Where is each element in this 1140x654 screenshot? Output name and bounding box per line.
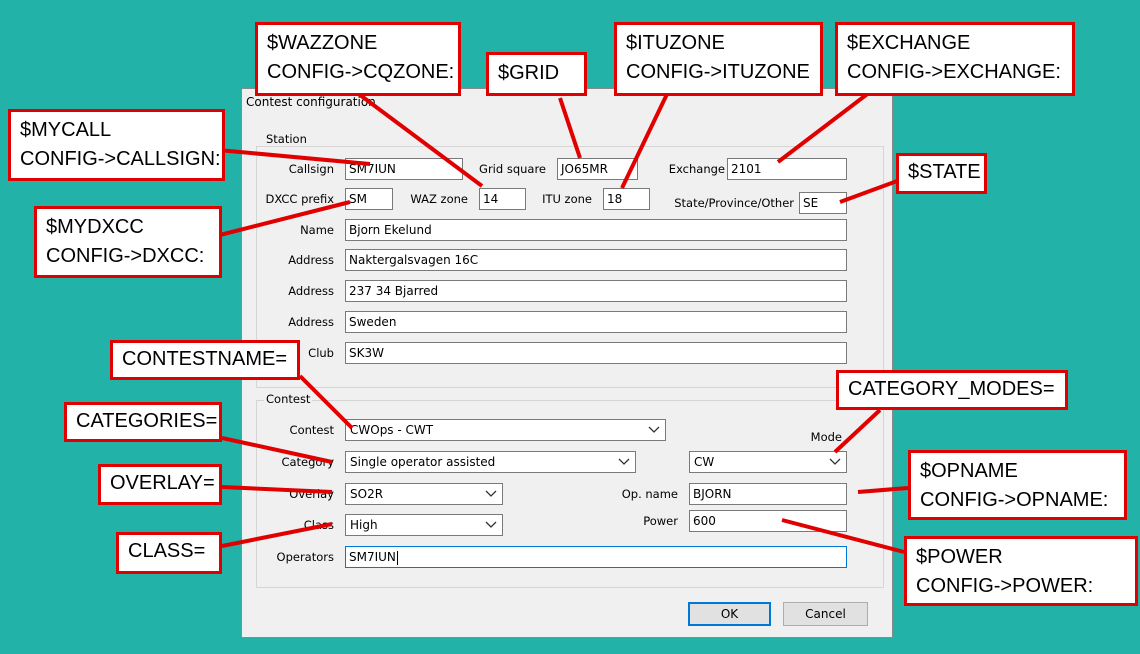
dxcc-prefix-input[interactable]: SM bbox=[345, 188, 393, 210]
op-name-input[interactable]: BJORN bbox=[689, 483, 847, 505]
contest-label: Contest bbox=[289, 423, 334, 437]
class-dropdown-value: High bbox=[350, 518, 378, 532]
exchange-input[interactable]: 2101 bbox=[727, 158, 847, 180]
callout-categories-line1: CATEGORIES= bbox=[76, 410, 218, 432]
callout-categories: CATEGORIES= bbox=[64, 402, 222, 442]
name-input[interactable]: Bjorn Ekelund bbox=[345, 219, 847, 241]
callout-category-modes-line1: CATEGORY_MODES= bbox=[848, 378, 1055, 400]
callout-wazzone: $WAZZONE CONFIG->CQZONE: bbox=[255, 22, 461, 96]
name-label: Name bbox=[300, 223, 334, 237]
state-province-label: State/Province/Other bbox=[674, 196, 794, 210]
callout-contestname: CONTESTNAME= bbox=[110, 340, 300, 380]
contest-group-label: Contest bbox=[264, 392, 313, 406]
mode-dropdown-value: CW bbox=[694, 455, 715, 469]
callout-power-line1: $POWER bbox=[916, 546, 1003, 568]
overlay-dropdown[interactable]: SO2R bbox=[345, 483, 503, 505]
callsign-input[interactable]: SM7IUN bbox=[345, 158, 463, 180]
club-input[interactable]: SK3W bbox=[345, 342, 847, 364]
contest-dropdown-value: CWOps - CWT bbox=[350, 423, 434, 437]
chevron-down-icon bbox=[618, 458, 630, 465]
callout-mydxcc-line1: $MYDXCC bbox=[46, 216, 144, 238]
class-dropdown[interactable]: High bbox=[345, 514, 503, 536]
callout-mycall-line2: CONFIG->CALLSIGN: bbox=[20, 148, 221, 170]
power-input[interactable]: 600 bbox=[689, 510, 847, 532]
dxcc-prefix-label: DXCC prefix bbox=[265, 192, 334, 206]
address2-input[interactable]: 237 34 Bjarred bbox=[345, 280, 847, 302]
station-group-label: Station bbox=[264, 132, 309, 146]
callout-class: CLASS= bbox=[116, 532, 222, 574]
grid-square-input[interactable]: JO65MR bbox=[557, 158, 638, 180]
callout-power: $POWER CONFIG->POWER: bbox=[904, 536, 1138, 606]
contest-configuration-dialog: Contest configuration Station Callsign S… bbox=[241, 88, 893, 638]
address3-input[interactable]: Sweden bbox=[345, 311, 847, 333]
callout-wazzone-line2: CONFIG->CQZONE: bbox=[267, 61, 455, 83]
state-input[interactable]: SE bbox=[799, 192, 847, 214]
overlay-dropdown-value: SO2R bbox=[350, 487, 384, 501]
category-dropdown-value: Single operator assisted bbox=[350, 455, 496, 469]
itu-zone-label: ITU zone bbox=[542, 192, 592, 206]
callout-exchange-line2: CONFIG->EXCHANGE: bbox=[847, 61, 1061, 83]
callout-mydxcc-line2: CONFIG->DXCC: bbox=[46, 245, 205, 267]
callout-class-line1: CLASS= bbox=[128, 540, 206, 562]
overlay-label: Overlay bbox=[289, 487, 334, 501]
callout-opname-line1: $OPNAME bbox=[920, 460, 1018, 482]
chevron-down-icon bbox=[648, 426, 660, 433]
callout-exchange-line1: $EXCHANGE bbox=[847, 32, 971, 54]
chevron-down-icon bbox=[485, 490, 497, 497]
callout-overlay-line1: OVERLAY= bbox=[110, 472, 215, 494]
operators-input[interactable]: SM7IUN bbox=[345, 546, 847, 568]
contest-dropdown[interactable]: CWOps - CWT bbox=[345, 419, 666, 441]
mode-dropdown[interactable]: CW bbox=[689, 451, 847, 473]
callout-grid: $GRID bbox=[486, 52, 587, 96]
callout-ituzone-line2: CONFIG->ITUZONE bbox=[626, 61, 810, 83]
class-label: Class bbox=[303, 518, 334, 532]
exchange-label: Exchange bbox=[668, 162, 725, 176]
callout-exchange: $EXCHANGE CONFIG->EXCHANGE: bbox=[835, 22, 1075, 96]
power-label: Power bbox=[643, 514, 678, 528]
callout-mycall-line1: $MYCALL bbox=[20, 119, 112, 141]
cancel-button[interactable]: Cancel bbox=[783, 602, 868, 626]
grid-square-label: Grid square bbox=[479, 162, 546, 176]
ok-button[interactable]: OK bbox=[688, 602, 771, 626]
address2-label: Address bbox=[288, 284, 334, 298]
callout-mycall: $MYCALL CONFIG->CALLSIGN: bbox=[8, 109, 225, 181]
itu-zone-input[interactable]: 18 bbox=[603, 188, 650, 210]
callsign-label: Callsign bbox=[288, 162, 334, 176]
address1-input[interactable]: Naktergalsvagen 16C bbox=[345, 249, 847, 271]
waz-zone-label: WAZ zone bbox=[410, 192, 468, 206]
category-dropdown[interactable]: Single operator assisted bbox=[345, 451, 636, 473]
callout-overlay: OVERLAY= bbox=[98, 464, 222, 505]
callout-state-line1: $STATE bbox=[908, 161, 981, 183]
callout-ituzone-line1: $ITUZONE bbox=[626, 32, 725, 54]
callout-wazzone-line1: $WAZZONE bbox=[267, 32, 378, 54]
callout-category-modes: CATEGORY_MODES= bbox=[836, 370, 1068, 410]
mode-label: Mode bbox=[810, 430, 842, 444]
operators-input-value: SM7IUN bbox=[349, 550, 396, 564]
address1-label: Address bbox=[288, 253, 334, 267]
callout-opname-line2: CONFIG->OPNAME: bbox=[920, 489, 1109, 511]
callout-ituzone: $ITUZONE CONFIG->ITUZONE bbox=[614, 22, 823, 96]
callout-mydxcc: $MYDXCC CONFIG->DXCC: bbox=[34, 206, 222, 278]
callout-contestname-line1: CONTESTNAME= bbox=[122, 348, 288, 370]
chevron-down-icon bbox=[829, 458, 841, 465]
category-label: Category bbox=[281, 455, 334, 469]
op-name-label: Op. name bbox=[621, 487, 678, 501]
address3-label: Address bbox=[288, 315, 334, 329]
waz-zone-input[interactable]: 14 bbox=[479, 188, 526, 210]
text-caret bbox=[396, 550, 398, 565]
callout-grid-line1: $GRID bbox=[498, 62, 560, 84]
callout-power-line2: CONFIG->POWER: bbox=[916, 575, 1094, 597]
callout-opname: $OPNAME CONFIG->OPNAME: bbox=[908, 450, 1127, 520]
callout-state: $STATE bbox=[896, 153, 987, 194]
chevron-down-icon bbox=[485, 521, 497, 528]
dialog-title: Contest configuration bbox=[246, 95, 376, 109]
operators-label: Operators bbox=[276, 550, 334, 564]
